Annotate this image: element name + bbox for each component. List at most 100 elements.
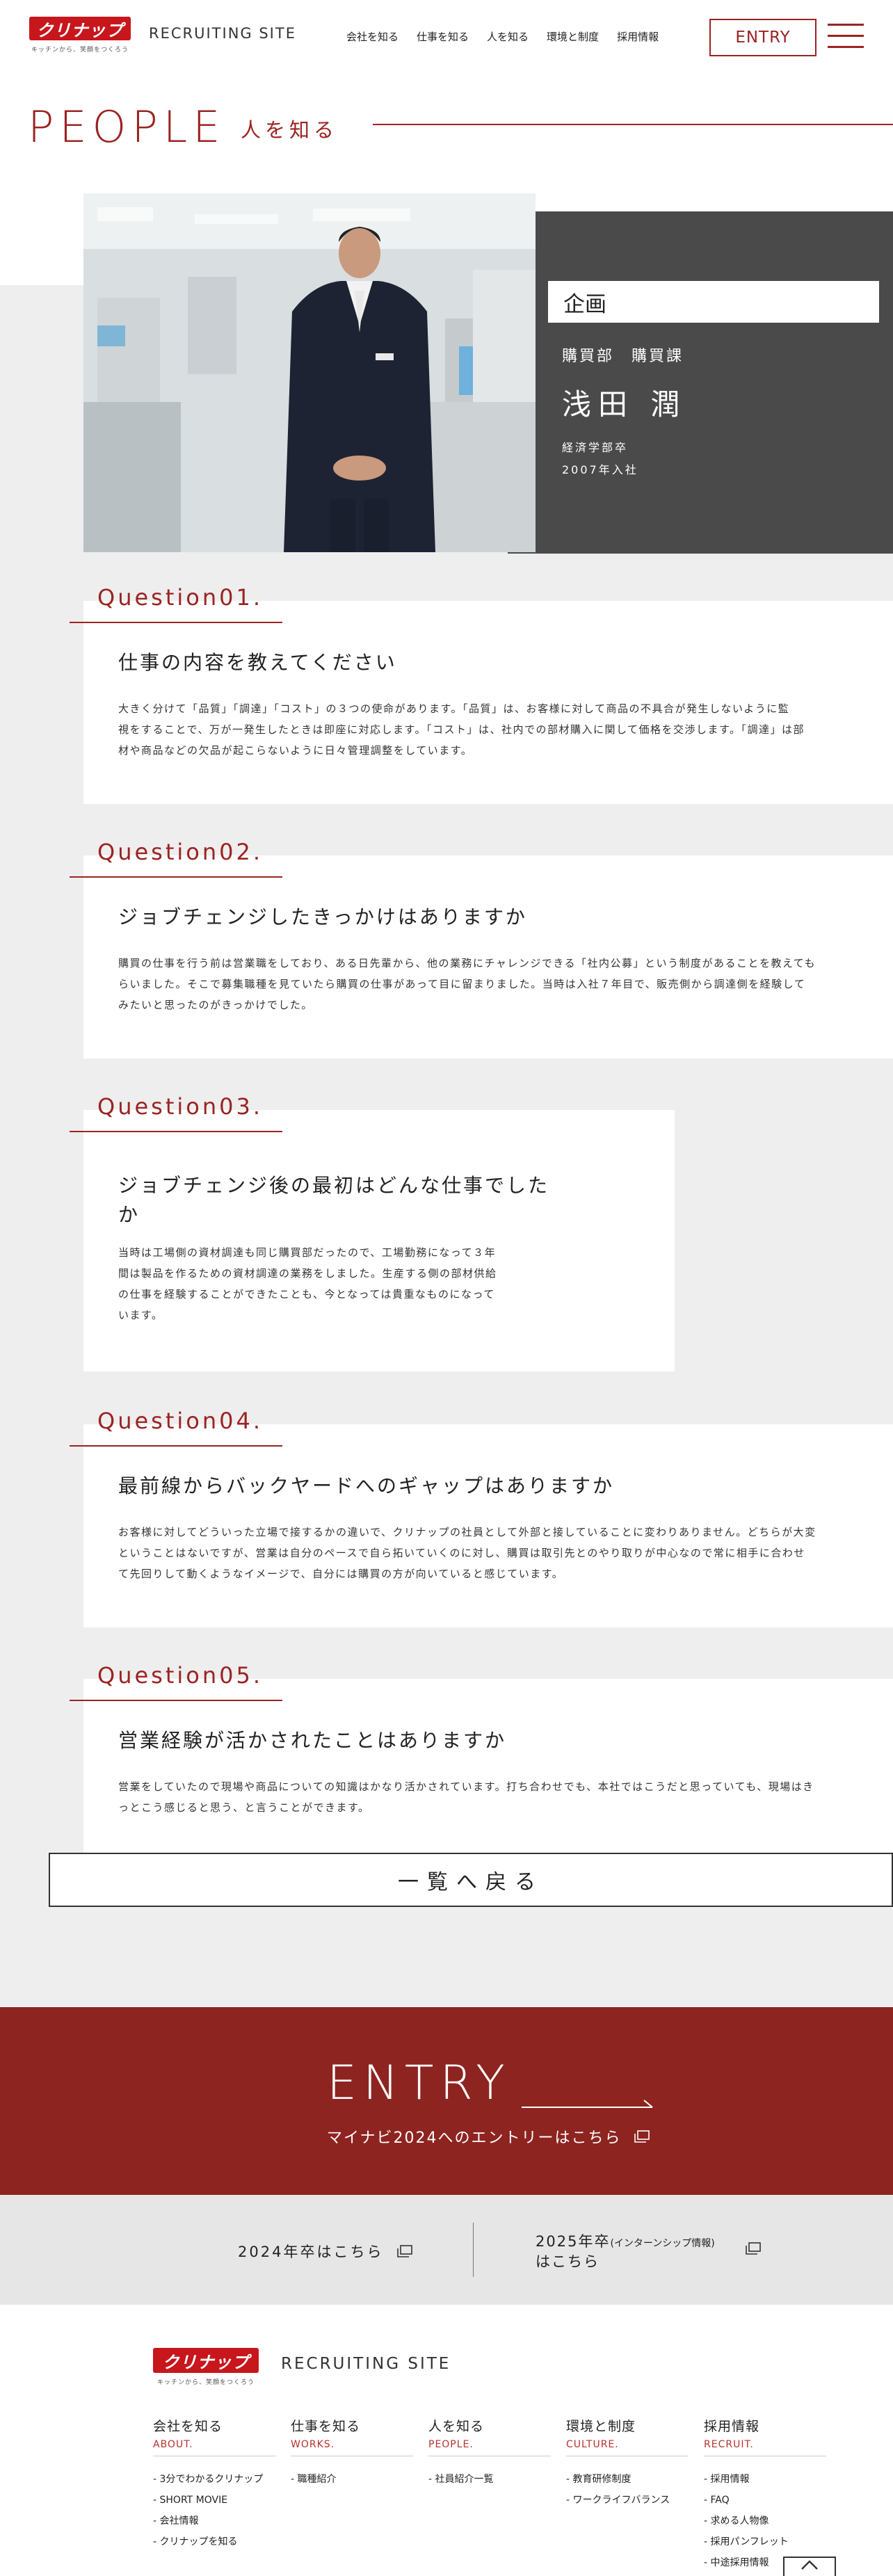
mynavi-entry-link[interactable]: マイナビ2024へのエントリーはこちら [327, 2125, 650, 2148]
question-title: 仕事の内容を教えてください [118, 651, 397, 674]
question-answer: 大きく分けて「品質」「調達」「コスト」の３つの使命があります。「品質」は、お客様… [118, 698, 876, 761]
question-card-1: 仕事の内容を教えてください 大きく分けて「品質」「調達」「コスト」の３つの使命が… [83, 601, 893, 804]
answer-line: お客様に対してどういった立場で接するかの違いで、クリナップの社員として外部と接し… [118, 1526, 816, 1538]
question-answer: 営業をしていたので現場や商品についての知識はかなり活かされています。打ち合わせで… [118, 1776, 876, 1818]
divider [473, 2223, 474, 2277]
brand-logo[interactable]: クリナップ キッチンから、笑顔をつくろう [29, 17, 131, 56]
question-label-4: Question04. [97, 1408, 264, 1434]
answer-line: 営業をしていたので現場や商品についての知識はかなり活かされています。打ち合わせで… [118, 1780, 814, 1793]
question-card-3: ジョブチェンジ後の最初はどんな仕事でした か 当時は工場側の資材調達も同じ購買部… [83, 1110, 675, 1371]
footer-col-en: CULTURE. [566, 2439, 689, 2456]
external-link-icon [746, 2242, 761, 2255]
footer-link[interactable]: ワークライフバランス [566, 2490, 691, 2511]
footer-col-recruit: 採用情報 RECRUIT. 採用情報 FAQ 求める人物像 採用パンフレット 中… [704, 2416, 829, 2573]
mynavi-entry-label: マイナビ2024へのエントリーはこちら [327, 2130, 622, 2147]
footer-col-en: RECRUIT. [704, 2439, 826, 2456]
hamburger-icon[interactable] [828, 24, 864, 51]
logo-mark: クリナップ [29, 17, 131, 40]
nav-item-culture[interactable]: 環境と制度 [547, 29, 599, 44]
footer-col-en: ABOUT. [153, 2439, 275, 2456]
footer-link[interactable]: 3分でわかるクリナップ [153, 2469, 278, 2490]
footer-logo[interactable]: クリナップ キッチンから、笑顔をつくろう [153, 2348, 259, 2390]
nav-item-people[interactable]: 人を知る [487, 29, 529, 44]
site-header: クリナップ キッチンから、笑顔をつくろう RECRUITING SITE 会社を… [0, 0, 893, 72]
year-2024-label: 2024年卒はこちら [238, 2244, 384, 2260]
question-answer: お客様に対してどういった立場で接するかの違いで、クリナップの社員として外部と接し… [118, 1522, 876, 1584]
footer-col-en: PEOPLE. [428, 2439, 551, 2456]
answer-line: みたいと思ったのがきっかけでした。 [118, 999, 313, 1011]
page-subtitle: 人を知る [241, 118, 339, 142]
answer-line: ということはないですが、営業は自分のペースで自ら拓いていくのに対し、購買は取引先… [118, 1547, 805, 1559]
footer-site-name: RECRUITING SITE [281, 2355, 451, 2373]
question-underline [70, 622, 282, 623]
back-to-list-button[interactable]: 一覧へ戻る [49, 1853, 893, 1907]
question-label-3: Question03. [97, 1093, 264, 1120]
question-underline [70, 1445, 282, 1447]
department: 購買部 購買課 [562, 348, 684, 365]
internship-note: (インターンシップ情報) [610, 2238, 715, 2249]
footer-col-about: 会社を知る ABOUT. 3分でわかるクリナップ SHORT MOVIE 会社情… [153, 2416, 278, 2552]
answer-line: 大きく分けて「品質」「調達」「コスト」の３つの使命があります。「品質」は、お客様… [118, 702, 790, 715]
site-name: RECRUITING SITE [149, 25, 296, 42]
footer-link[interactable]: 会社情報 [153, 2511, 278, 2531]
question-title: ジョブチェンジ後の最初はどんな仕事でした か [118, 1171, 549, 1230]
answer-line: らいました。そこで募集職種を見ていたら購買の仕事があって目に留まりました。当時は… [118, 978, 806, 990]
page-top-button[interactable] [783, 2557, 836, 2576]
footer-link[interactable]: 職種紹介 [291, 2469, 416, 2490]
graduation-year-links: 2024年卒はこちら 2025年卒(インターンシップ情報) はこちら [0, 2195, 893, 2305]
entry-heading: ENTRY [327, 2056, 511, 2111]
answer-line: 当時は工場側の資材調達も同じ購買部だったので、工場勤務になって３年 [118, 1246, 497, 1259]
question-underline [70, 876, 282, 878]
title-line: か [118, 1203, 140, 1226]
nav-item-works[interactable]: 仕事を知る [417, 29, 469, 44]
header-entry-button[interactable]: ENTRY [709, 19, 816, 56]
answer-line: 視をすることで、万が一発生したときは即座に対応します。「コスト」は、社内での部材… [118, 723, 805, 736]
question-underline [70, 1700, 282, 1701]
nav-item-recruit[interactable]: 採用情報 [617, 29, 659, 44]
chevron-up-icon [801, 2560, 818, 2570]
year-2025-link[interactable]: 2025年卒(インターンシップ情報) はこちら [536, 2232, 715, 2271]
question-answer: 当時は工場側の資材調達も同じ購買部だったので、工場勤務になって３年 間は製品を作… [118, 1242, 563, 1326]
nav-item-about[interactable]: 会社を知る [346, 29, 399, 44]
question-label-2: Question02. [97, 839, 264, 865]
year-2024-link[interactable]: 2024年卒はこちら [238, 2241, 413, 2262]
employee-name: 浅田 潤 [562, 387, 687, 421]
footer-link[interactable]: 教育研修制度 [566, 2469, 691, 2490]
external-link-icon [397, 2245, 413, 2257]
footer-link[interactable]: FAQ [704, 2490, 829, 2511]
question-card-2: ジョブチェンジしたきっかけはありますか 購買の仕事を行う前は営業職をしており、あ… [83, 855, 893, 1058]
footer-link[interactable]: 採用情報 [704, 2469, 829, 2490]
logo-mark: クリナップ [153, 2348, 259, 2373]
footer-link[interactable]: SHORT MOVIE [153, 2490, 278, 2511]
footer-col-people: 人を知る PEOPLE. 社員紹介一覧 [428, 2416, 554, 2490]
question-title: ジョブチェンジしたきっかけはありますか [118, 905, 527, 928]
logo-tagline: キッチンから、笑顔をつくろう [31, 47, 129, 54]
question-card-4: 最前線からバックヤードへのギャップはありますか お客様に対してどういった立場で接… [83, 1424, 893, 1627]
footer-link[interactable]: 採用パンフレット [704, 2531, 829, 2552]
footer-col-title[interactable]: 採用情報 [704, 2416, 829, 2435]
question-answer: 購買の仕事を行う前は営業職をしており、ある日先輩から、他の業務にチャレンジできる… [118, 953, 876, 1015]
footer-col-title[interactable]: 人を知る [428, 2416, 554, 2435]
footer-col-title[interactable]: 会社を知る [153, 2416, 278, 2435]
logo-tagline: キッチンから、笑顔をつくろう [156, 2379, 255, 2386]
footer-col-title[interactable]: 仕事を知る [291, 2416, 416, 2435]
year-2025-label-2: はこちら [536, 2253, 600, 2270]
answer-line: て先回りして動くようなイメージで、自分には購買の方が向いていると感じています。 [118, 1568, 564, 1580]
employee-photo [83, 193, 536, 552]
join-year: 2007年入社 [562, 463, 638, 476]
year-2025-label: 2025年卒 [536, 2233, 611, 2250]
footer-link[interactable]: クリナップを知る [153, 2531, 278, 2552]
global-nav: 会社を知る 仕事を知る 人を知る 環境と制度 採用情報 [346, 29, 677, 44]
education: 経済学部卒 [562, 441, 629, 454]
answer-line: 間は製品を作るための資材調達の業務をしました。生産する側の部材供給 [118, 1267, 497, 1280]
entry-banner[interactable]: ENTRY マイナビ2024へのエントリーはこちら [0, 2007, 893, 2195]
page-heading: PEOPLE 人を知る [0, 97, 893, 160]
external-link-icon [634, 2130, 650, 2143]
answer-line: います。 [118, 1309, 163, 1321]
question-label-1: Question01. [97, 584, 264, 611]
footer-link[interactable]: 求める人物像 [704, 2511, 829, 2531]
footer-col-title[interactable]: 環境と制度 [566, 2416, 691, 2435]
question-title: 最前線からバックヤードへのギャップはありますか [118, 1474, 615, 1497]
footer-link[interactable]: 社員紹介一覧 [428, 2469, 554, 2490]
job-category: 企画 [548, 281, 879, 323]
